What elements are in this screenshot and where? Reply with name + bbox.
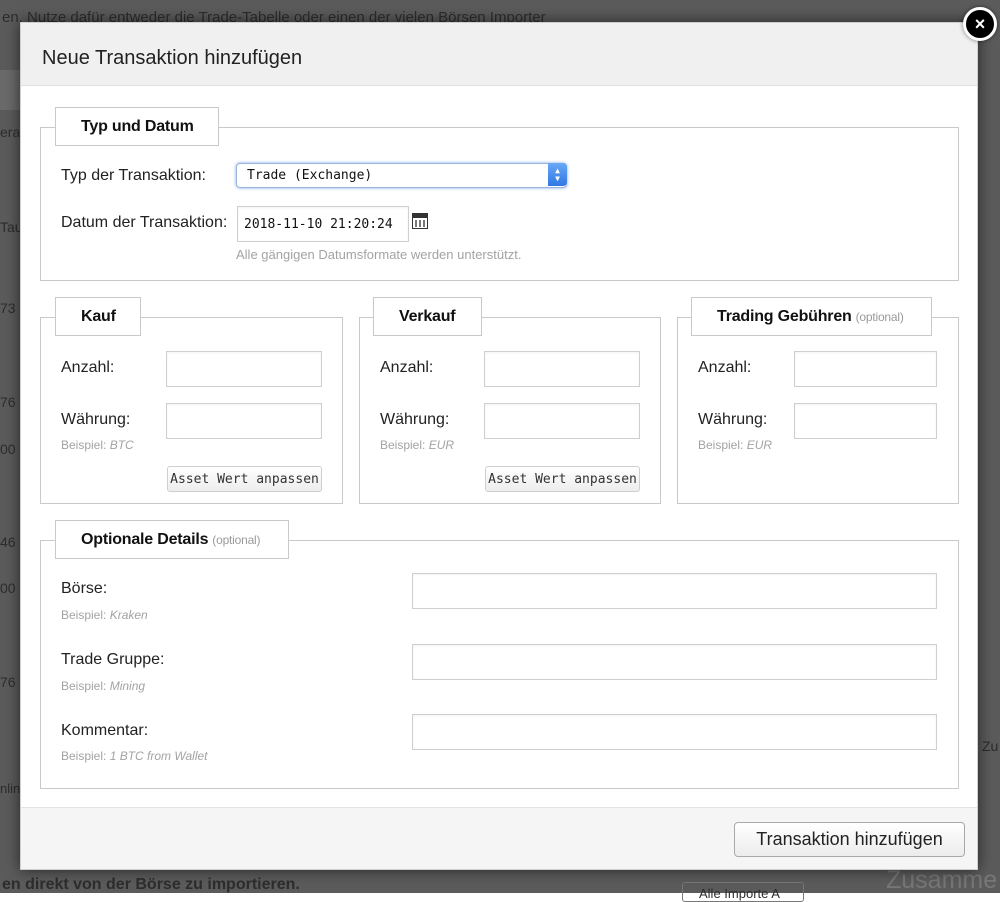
hint-prefix: Beispiel: <box>61 749 107 763</box>
background-fragment: 76 <box>0 394 16 410</box>
hint-prefix: Beispiel: <box>61 438 107 452</box>
hint-example: EUR <box>428 438 455 452</box>
fees-amount-input[interactable] <box>794 351 937 387</box>
background-fragment: 73 <box>0 300 16 316</box>
hint-prefix: Beispiel: <box>61 608 107 622</box>
background-fragment: 76 <box>0 674 16 690</box>
exchange-input[interactable] <box>412 573 937 609</box>
buy-adjust-asset-value-button[interactable]: Asset Wert anpassen <box>167 466 322 492</box>
fees-legend-text: Trading Gebühren <box>717 307 852 325</box>
optional-tag: (optional) <box>855 309 904 324</box>
add-transaction-button[interactable]: Transaktion hinzufügen <box>734 822 965 857</box>
fees-currency-input[interactable] <box>794 403 937 439</box>
buy-legend: Kauf <box>55 297 141 336</box>
buy-currency-input[interactable] <box>166 403 322 439</box>
fees-currency-hint: Beispiel: EUR <box>698 438 772 452</box>
transaction-type-label: Typ der Transaktion: <box>61 167 206 184</box>
sell-currency-label: Währung: <box>380 411 450 428</box>
select-arrows-icon: ▲ ▼ <box>548 163 567 186</box>
comment-hint: Beispiel: 1 BTC from Wallet <box>61 749 208 763</box>
background-fragment: era <box>0 124 21 140</box>
details-legend: Optionale Details (optional) <box>55 520 289 559</box>
trade-group-input[interactable] <box>412 644 937 680</box>
close-icon[interactable]: × <box>963 7 997 41</box>
buy-amount-label: Anzahl: <box>61 359 115 376</box>
buy-legend-text: Kauf <box>81 307 116 325</box>
background-bottom-text: en direkt von der Börse zu importieren. <box>2 876 300 893</box>
hint-example: EUR <box>746 438 773 452</box>
modal-title: Neue Transaktion hinzufügen <box>42 47 303 69</box>
optional-tag: (optional) <box>212 532 261 547</box>
sell-amount-label: Anzahl: <box>380 359 434 376</box>
fees-legend: Trading Gebühren (optional) <box>691 297 932 336</box>
background-fragment: 00 <box>0 441 16 457</box>
hint-example: BTC <box>109 438 134 452</box>
transaction-type-value: Trade (Exchange) <box>247 168 373 183</box>
type-date-legend: Typ und Datum <box>55 107 219 146</box>
modal-footer: Transaktion hinzufügen <box>21 807 977 869</box>
add-transaction-modal: Neue Transaktion hinzufügen × Typ und Da… <box>20 7 997 870</box>
sell-legend: Verkauf <box>373 297 482 336</box>
details-legend-text: Optionale Details <box>81 530 209 548</box>
comment-input[interactable] <box>412 714 937 750</box>
buy-currency-label: Währung: <box>61 411 131 428</box>
hint-prefix: Beispiel: <box>61 679 107 693</box>
trade-group-label: Trade Gruppe: <box>61 651 165 668</box>
fees-currency-label: Währung: <box>698 411 768 428</box>
sell-currency-input[interactable] <box>484 403 640 439</box>
background-import-button: Alle Importe A <box>682 882 804 902</box>
transaction-date-input[interactable]: 2018-11-10 21:20:24 <box>237 206 409 242</box>
transaction-date-label: Datum der Transaktion: <box>61 214 228 231</box>
background-fragment: 46 <box>0 534 16 550</box>
fees-amount-label: Anzahl: <box>698 359 752 376</box>
modal-header: Neue Transaktion hinzufügen <box>21 23 977 86</box>
hint-example: 1 BTC from Wallet <box>109 749 208 763</box>
sell-amount-input[interactable] <box>484 351 640 387</box>
exchange-label: Börse: <box>61 580 108 597</box>
background-panel <box>0 70 20 110</box>
trade-group-hint: Beispiel: Mining <box>61 679 145 693</box>
hint-example: Mining <box>109 679 146 693</box>
hint-prefix: Beispiel: <box>698 438 744 452</box>
sell-adjust-asset-value-button[interactable]: Asset Wert anpassen <box>485 466 640 492</box>
transaction-type-select[interactable]: Trade (Exchange) ▲ ▼ <box>236 163 567 188</box>
background-heading: Zusamme <box>886 866 998 894</box>
hint-prefix: Beispiel: <box>380 438 426 452</box>
hint-example: Kraken <box>109 608 148 622</box>
comment-label: Kommentar: <box>61 722 149 739</box>
calendar-icon[interactable] <box>412 213 428 229</box>
date-format-hint: Alle gängigen Datumsformate werden unter… <box>236 247 522 262</box>
background-fragment: 00 <box>0 580 16 596</box>
sell-currency-hint: Beispiel: EUR <box>380 438 454 452</box>
buy-currency-hint: Beispiel: BTC <box>61 438 134 452</box>
buy-amount-input[interactable] <box>166 351 322 387</box>
background-right-text: Zu <box>982 738 999 754</box>
exchange-hint: Beispiel: Kraken <box>61 608 148 622</box>
type-date-legend-text: Typ und Datum <box>81 117 194 135</box>
sell-legend-text: Verkauf <box>399 307 456 325</box>
